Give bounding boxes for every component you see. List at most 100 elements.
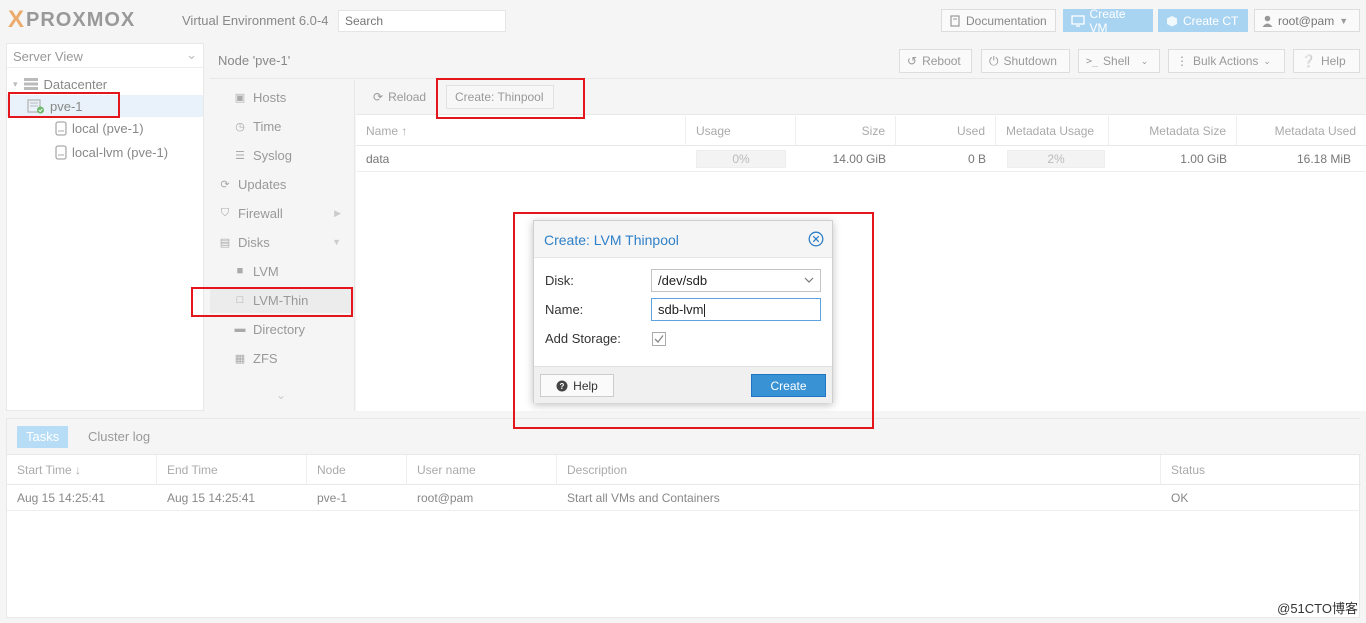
menu-item-firewall[interactable]: ⛉ Firewall ▶ [210, 200, 354, 226]
add-storage-label: Add Storage: [545, 331, 621, 346]
documentation-button[interactable]: Documentation [941, 9, 1056, 32]
column-header-metadata-size[interactable]: Metadata Size [1109, 116, 1237, 146]
search-input[interactable] [338, 10, 506, 32]
column-header-metadata-usage[interactable]: Metadata Usage [996, 116, 1109, 146]
tree-item-pve-1[interactable]: pve-1 [7, 95, 203, 117]
refresh-icon: ⟳ [220, 178, 230, 191]
column-header-label: Size [861, 124, 885, 138]
resource-tree-panel: Server View ⌄ ▾ Datacenter pve-1 local (… [6, 43, 204, 411]
menu-item-label: LVM-Thin [253, 292, 309, 308]
column-header-size[interactable]: Size [796, 116, 896, 146]
tree-item-datacenter[interactable]: ▾ Datacenter [13, 73, 203, 95]
reboot-button[interactable]: ↺ Reboot [899, 49, 972, 73]
menu-item-directory[interactable]: ▬ Directory [210, 316, 354, 342]
column-header-label: Metadata Usage [1006, 124, 1095, 138]
refresh-icon: ⟳ [373, 90, 384, 104]
terminal-icon: >_ [1086, 55, 1099, 67]
menu-item-lvm-thin[interactable]: □ LVM-Thin [210, 287, 354, 313]
tree-item-label: pve-1 [50, 98, 83, 114]
menu-item-time[interactable]: ◷ Time [210, 113, 354, 139]
column-header-node[interactable]: Node [307, 455, 407, 485]
user-icon [1262, 15, 1273, 27]
square-outline-icon: □ [236, 294, 244, 306]
create-thinpool-button[interactable]: Create: Thinpool [446, 85, 554, 109]
cell-user: root@pam [417, 491, 474, 505]
tab-cluster-log[interactable]: Cluster log [79, 426, 159, 448]
tree-item-label: local-lvm (pve-1) [72, 144, 169, 160]
dialog-help-button[interactable]: ? Help [540, 374, 614, 397]
shell-button[interactable]: >_ Shell ⌄ [1078, 49, 1160, 73]
name-input[interactable]: sdb-lvm [651, 298, 821, 321]
bulk-actions-button[interactable]: ⋮ Bulk Actions ⌄ [1168, 49, 1285, 73]
chevron-down-icon: ▼ [332, 237, 341, 247]
shutdown-button[interactable]: ⏻ Shutdown [981, 49, 1070, 73]
column-header-start-time[interactable]: Start Time ↓ [7, 455, 157, 485]
tasks-panel: Tasks Cluster log Start Time ↓ End Time … [6, 418, 1361, 618]
create-lvm-thinpool-dialog: Create: LVM Thinpool Disk: /dev/sdb Name… [533, 220, 833, 403]
user-menu-button[interactable]: root@pam ▼ [1254, 9, 1360, 32]
cell-end-time: Aug 15 14:25:41 [167, 491, 256, 505]
reload-label: Reload [388, 90, 427, 104]
view-selector[interactable]: Server View ⌄ [7, 44, 203, 68]
chevron-down-icon [804, 277, 814, 283]
tree-item-local[interactable]: local (pve-1) [55, 117, 203, 139]
disk-select-value: /dev/sdb [658, 273, 708, 288]
column-header-label: End Time [167, 463, 218, 477]
table-row[interactable]: data 0% 14.00 GiB 0 B 2% 1.00 GiB 16.18 … [356, 146, 1366, 172]
chevron-down-icon: ⌄ [1140, 55, 1149, 66]
help-button[interactable]: ❔ Help [1293, 49, 1360, 73]
menu-item-disks[interactable]: ▤ Disks ▼ [210, 229, 354, 255]
column-header-metadata-used[interactable]: Metadata Used [1237, 116, 1366, 146]
tab-tasks[interactable]: Tasks [17, 426, 69, 448]
column-header-usage[interactable]: Usage [686, 116, 796, 146]
grid-header: Name ↑ Usage Size Used Metadata Usage Me… [356, 116, 1366, 146]
column-header-end-time[interactable]: End Time [157, 455, 307, 485]
disk-select[interactable]: /dev/sdb [651, 269, 821, 292]
column-header-label: Description [567, 463, 628, 477]
collapse-icon: ▾ [13, 78, 18, 89]
column-header-label: Used [956, 124, 985, 138]
shell-label: Shell [1103, 54, 1130, 68]
user-label: root@pam [1278, 13, 1335, 28]
storage-icon [55, 144, 67, 160]
ellipsis-vertical-icon: ⋮ [1176, 54, 1188, 68]
create-vm-button[interactable]: Create VM [1063, 7, 1153, 35]
logo-text: PROXMOX [26, 8, 136, 31]
column-header-label: Node [317, 463, 346, 477]
server-icon [23, 78, 38, 90]
menu-item-zfs[interactable]: ▦ ZFS [210, 345, 354, 371]
column-header-used[interactable]: Used [896, 116, 996, 146]
menu-item-updates[interactable]: ⟳ Updates [210, 171, 354, 197]
reload-button[interactable]: ⟳ Reload [364, 85, 440, 109]
column-header-label: Metadata Size [1149, 124, 1226, 138]
cell-node: pve-1 [317, 491, 348, 505]
content-toolbar: ⟳ Reload Create: Thinpool [356, 80, 1366, 115]
task-row[interactable]: Aug 15 14:25:41 Aug 15 14:25:41 pve-1 ro… [7, 485, 1361, 511]
usage-bar: 0% [696, 150, 786, 168]
undo-icon: ↺ [907, 54, 918, 68]
column-header-user[interactable]: User name [407, 455, 557, 485]
column-header-status[interactable]: Status [1161, 455, 1361, 485]
menu-item-label: Hosts [253, 89, 287, 105]
svg-text:?: ? [560, 382, 565, 391]
column-header-description[interactable]: Description [557, 455, 1161, 485]
name-label: Name: [545, 302, 584, 317]
proxmox-logo[interactable]: X PROXMOX [8, 8, 135, 32]
monitor-icon [1071, 14, 1085, 27]
menu-item-hosts[interactable]: ▣ Hosts [210, 84, 354, 110]
reboot-label: Reboot [922, 54, 961, 68]
chevron-right-icon: ▶ [334, 207, 341, 218]
menu-item-label: Updates [238, 176, 287, 192]
create-button[interactable]: Create [751, 374, 826, 397]
tree-item-local-lvm[interactable]: local-lvm (pve-1) [55, 141, 203, 163]
column-header-name[interactable]: Name ↑ [356, 116, 686, 146]
scroll-down-icon[interactable]: ⌄ [276, 388, 286, 402]
bulk-actions-label: Bulk Actions [1193, 54, 1259, 68]
add-storage-checkbox[interactable] [652, 332, 666, 346]
cell-used: 0 B [967, 152, 986, 166]
check-icon [654, 335, 664, 343]
create-ct-button[interactable]: Create CT [1158, 9, 1248, 32]
close-icon[interactable] [808, 231, 824, 247]
menu-item-syslog[interactable]: ☰ Syslog [210, 142, 354, 168]
menu-item-lvm[interactable]: ■ LVM [210, 258, 354, 284]
